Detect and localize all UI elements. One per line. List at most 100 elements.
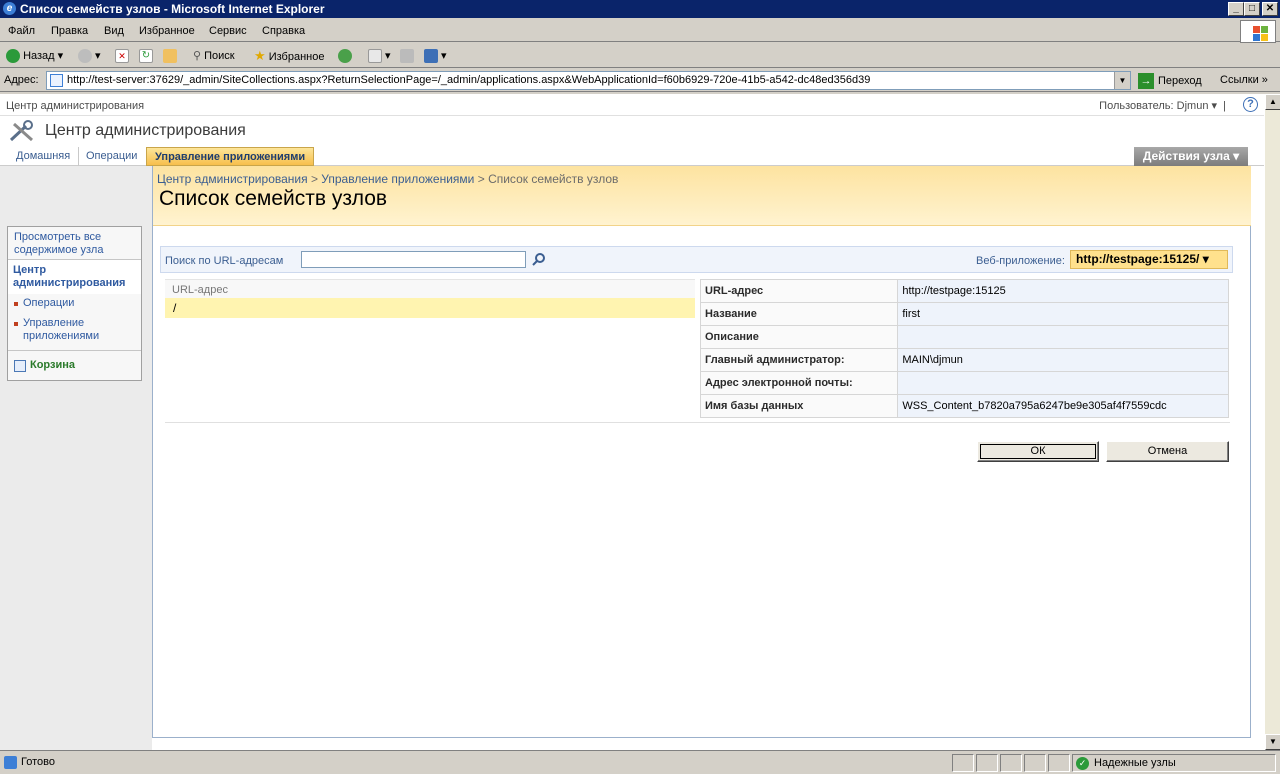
windows-flag-icon [1240,20,1276,43]
address-dropdown-button[interactable]: ▼ [1114,72,1130,89]
forward-arrow-icon [78,49,92,64]
stop-icon: ✕ [115,49,129,64]
quick-launch-item-operations[interactable]: Операции [23,297,74,310]
top-strip: Центр администрирования Пользователь: Dj… [0,94,1264,116]
recycle-bin-icon [14,360,26,372]
maximize-button[interactable]: □ [1244,2,1260,16]
refresh-icon: ↻ [139,49,153,64]
search-icon[interactable] [531,252,546,267]
minimize-button[interactable]: _ [1228,2,1244,16]
site-actions-label: Действия узла [1142,149,1230,163]
menu-favorites[interactable]: Избранное [139,25,195,37]
status-panel [1024,754,1046,772]
view-all-content-link[interactable]: Просмотреть все содержимое узла [14,231,136,257]
home-icon [163,49,177,64]
browser-window: e Список семейств узлов - Microsoft Inte… [0,0,1280,774]
web-application-selector[interactable]: http://testpage:15125/ ▾ [1070,250,1228,269]
user-menu[interactable]: Пользователь: Djmun ▾ | [1099,99,1226,112]
toolbar: Назад ▾ ▾ ✕ ↻ ⚲ Поиск ★ Избранное ▾ ▾ [0,44,1280,68]
detail-label: Описание [699,325,899,349]
back-button[interactable]: Назад ▾ [6,48,63,64]
list-column-header[interactable]: URL-адрес [165,279,695,298]
mail-icon [368,49,382,64]
divider [165,422,1230,423]
breadcrumb-application-management[interactable]: Управление приложениями [321,172,474,186]
scroll-down-arrow-icon[interactable]: ▼ [1265,734,1280,750]
home-button[interactable] [163,48,177,64]
detail-row: Адрес электронной почты: [699,371,1229,395]
close-button[interactable]: ✕ [1262,2,1278,16]
back-arrow-icon [6,49,20,64]
search-magnifier-icon: ⚲ [193,50,202,62]
detail-row: Имя базы данных WSS_Content_b7820a795a624… [699,394,1229,418]
forward-button[interactable]: ▾ [78,48,101,64]
detail-label: Адрес электронной почты: [699,371,899,395]
menu-help[interactable]: Справка [262,25,305,37]
status-bar: Готово ✓ Надежные узлы [0,750,1280,774]
status-panel [1000,754,1022,772]
history-button[interactable] [338,48,352,64]
menu-view[interactable]: Вид [104,25,124,37]
stop-button[interactable]: ✕ [115,48,129,64]
detail-value: http://testpage:15125 [897,279,1229,303]
ok-button[interactable]: ОК [977,441,1099,462]
page-icon [50,74,63,87]
search-label: Поиск [204,50,235,62]
breadcrumb-current: Список семейств узлов [488,172,619,186]
detail-value: WSS_Content_b7820a795a6247be9e305af4f755… [897,394,1229,418]
bullet-icon [14,322,18,326]
search-button[interactable]: ⚲ Поиск [193,48,235,64]
address-label: Адрес: [4,74,39,86]
menu-edit[interactable]: Правка [51,25,88,37]
zone-label: Надежные узлы [1094,757,1176,769]
tab-application-management[interactable]: Управление приложениями [146,147,315,166]
refresh-button[interactable]: ↻ [139,48,153,64]
links-button[interactable]: Ссылки » [1220,74,1268,86]
detail-label: Имя базы данных [699,394,899,418]
page-title: Список семейств узлов [159,187,388,210]
print-button[interactable] [400,48,414,64]
trusted-zone-icon: ✓ [1076,757,1089,770]
detail-row: Главный администратор: MAIN\djmun [699,348,1229,372]
page-status-icon [4,756,17,769]
page-viewport: Центр администрирования Пользователь: Dj… [0,94,1264,750]
tab-home[interactable]: Домашняя [8,147,80,166]
top-nav-tabs: Домашняя Операции Управление приложениям… [0,146,1264,166]
ie-logo-icon: e [3,2,16,15]
status-text: Готово [21,756,55,768]
go-button[interactable]: → Переход [1138,73,1202,89]
security-zone-panel: ✓ Надежные узлы [1072,754,1276,772]
address-url: http://test-server:37629/_admin/SiteColl… [67,74,871,86]
help-icon[interactable]: ? [1243,97,1258,112]
quick-launch-heading[interactable]: Центр администрирования [8,259,141,294]
edit-button[interactable]: ▾ [424,48,447,64]
vertical-scrollbar[interactable]: ▲ ▼ [1264,94,1280,750]
tab-operations[interactable]: Операции [78,147,145,166]
url-search-input[interactable] [301,251,526,268]
cancel-button[interactable]: Отмена [1106,441,1229,462]
go-label: Переход [1158,74,1202,87]
quick-launch-item-application-management[interactable]: Управление приложениями [23,317,133,343]
admin-tools-icon [9,120,33,142]
links-label: Ссылки [1220,74,1259,86]
status-panel [1048,754,1070,772]
favorites-button[interactable]: ★ Избранное [254,48,324,64]
bullet-icon [14,302,18,306]
site-actions-menu[interactable]: Действия узла ▾ [1134,147,1248,166]
recycle-bin-link[interactable]: Корзина [8,350,141,380]
detail-row: Описание [699,325,1229,349]
breadcrumb: Центр администрирования > Управление при… [157,172,618,186]
menu-file[interactable]: Файл [8,25,35,37]
status-panel [976,754,998,772]
scroll-up-arrow-icon[interactable]: ▲ [1265,94,1280,110]
recycle-bin-label: Корзина [30,359,75,371]
menu-tools[interactable]: Сервис [209,25,247,37]
address-input[interactable]: http://test-server:37629/_admin/SiteColl… [46,71,1131,90]
page-header-band: Центр администрирования > Управление при… [153,166,1251,226]
site-name-link[interactable]: Центр администрирования [6,100,144,112]
list-item[interactable]: / [165,298,695,318]
title-bar: e Список семейств узлов - Microsoft Inte… [0,0,1280,18]
mail-button[interactable]: ▾ [368,48,391,64]
breadcrumb-separator: > [307,172,322,186]
breadcrumb-central-admin[interactable]: Центр администрирования [157,172,308,186]
